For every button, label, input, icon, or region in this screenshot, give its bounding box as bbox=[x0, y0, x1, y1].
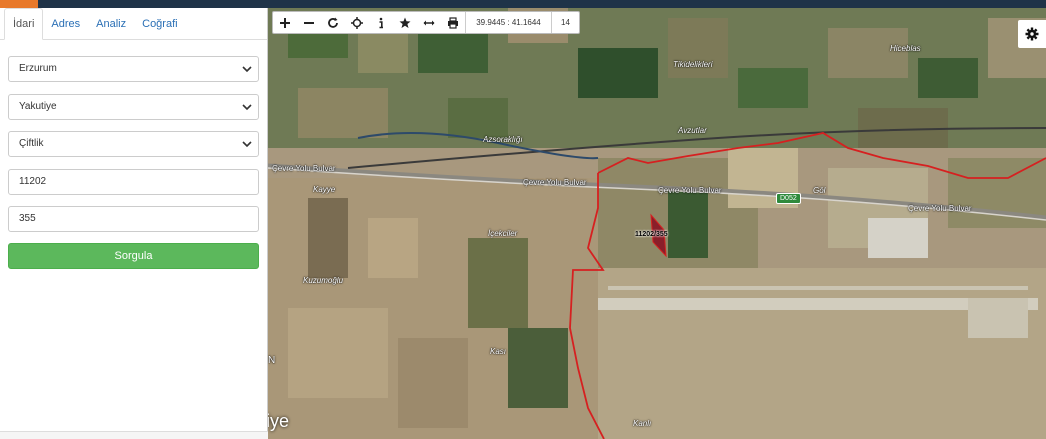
satellite-imagery bbox=[268, 8, 1046, 439]
query-panel: İdari Adres Analiz Coğrafi Erzurum Yakut… bbox=[0, 8, 268, 439]
panel-tabs: İdari Adres Analiz Coğrafi bbox=[0, 8, 267, 40]
info-icon[interactable] bbox=[369, 12, 393, 33]
tab-analiz[interactable]: Analiz bbox=[88, 9, 134, 39]
refresh-icon[interactable] bbox=[321, 12, 345, 33]
place-label: Avzutlar bbox=[678, 126, 707, 135]
chevron-down-icon bbox=[242, 141, 252, 148]
place-label: İçekciler bbox=[488, 229, 518, 238]
place-label: Tikidelikleri bbox=[673, 60, 713, 69]
minus-icon[interactable] bbox=[297, 12, 321, 33]
neighborhood-select[interactable]: Çiftlik bbox=[8, 131, 259, 157]
place-label: Kuzumoğlu bbox=[303, 276, 344, 285]
province-select[interactable]: Erzurum bbox=[8, 56, 259, 82]
place-label: Kası bbox=[490, 347, 507, 356]
tab-idari[interactable]: İdari bbox=[4, 8, 44, 40]
place-label: Kayye bbox=[313, 185, 336, 194]
panel-footer bbox=[0, 431, 268, 439]
road-label: Çevre Yolu Bulvar bbox=[658, 186, 722, 195]
tab-cografi[interactable]: Coğrafi bbox=[134, 9, 185, 39]
measure-icon[interactable] bbox=[417, 12, 441, 33]
query-button[interactable]: Sorgula bbox=[8, 243, 259, 269]
star-icon[interactable] bbox=[393, 12, 417, 33]
province-value: Erzurum bbox=[19, 63, 57, 74]
zoom-level: 14 bbox=[551, 12, 579, 33]
chevron-down-icon bbox=[242, 66, 252, 73]
city-letter: N bbox=[268, 355, 276, 366]
block-no-input[interactable]: 11202 bbox=[8, 169, 259, 195]
city-label: iye bbox=[268, 411, 290, 431]
district-value: Yakutiye bbox=[19, 101, 57, 112]
plus-icon[interactable] bbox=[273, 12, 297, 33]
parcel-no-input[interactable]: 355 bbox=[8, 206, 259, 232]
map-view[interactable]: 39.9445 : 41.1644 14 Tikidelikleri Hiceb… bbox=[268, 8, 1046, 439]
neighborhood-value: Çiftlik bbox=[19, 138, 44, 149]
gear-icon[interactable] bbox=[1018, 20, 1046, 48]
place-label: Hiceblas bbox=[890, 44, 921, 53]
place-label: Göl bbox=[813, 186, 826, 195]
top-bar bbox=[0, 0, 1046, 8]
print-icon[interactable] bbox=[441, 12, 465, 33]
district-select[interactable]: Yakutiye bbox=[8, 94, 259, 120]
crosshair-icon[interactable] bbox=[345, 12, 369, 33]
road-label: Çevre Yolu Bulvar bbox=[523, 178, 587, 187]
place-label: Kanlı bbox=[633, 419, 652, 428]
road-label: Çevre Yolu Bulvar bbox=[908, 204, 972, 213]
parcel-label: 11202/355 bbox=[635, 231, 668, 238]
tab-adres[interactable]: Adres bbox=[43, 9, 88, 39]
chevron-down-icon bbox=[242, 104, 252, 111]
top-bar-accent bbox=[0, 0, 38, 8]
coordinate-readout: 39.9445 : 41.1644 bbox=[465, 12, 551, 33]
map-toolbar: 39.9445 : 41.1644 14 bbox=[272, 11, 580, 34]
place-label: Azsoraklığı bbox=[483, 135, 523, 144]
road-shield: D052 bbox=[776, 193, 801, 204]
road-label: Çevre Yolu Bulvar bbox=[272, 164, 336, 173]
